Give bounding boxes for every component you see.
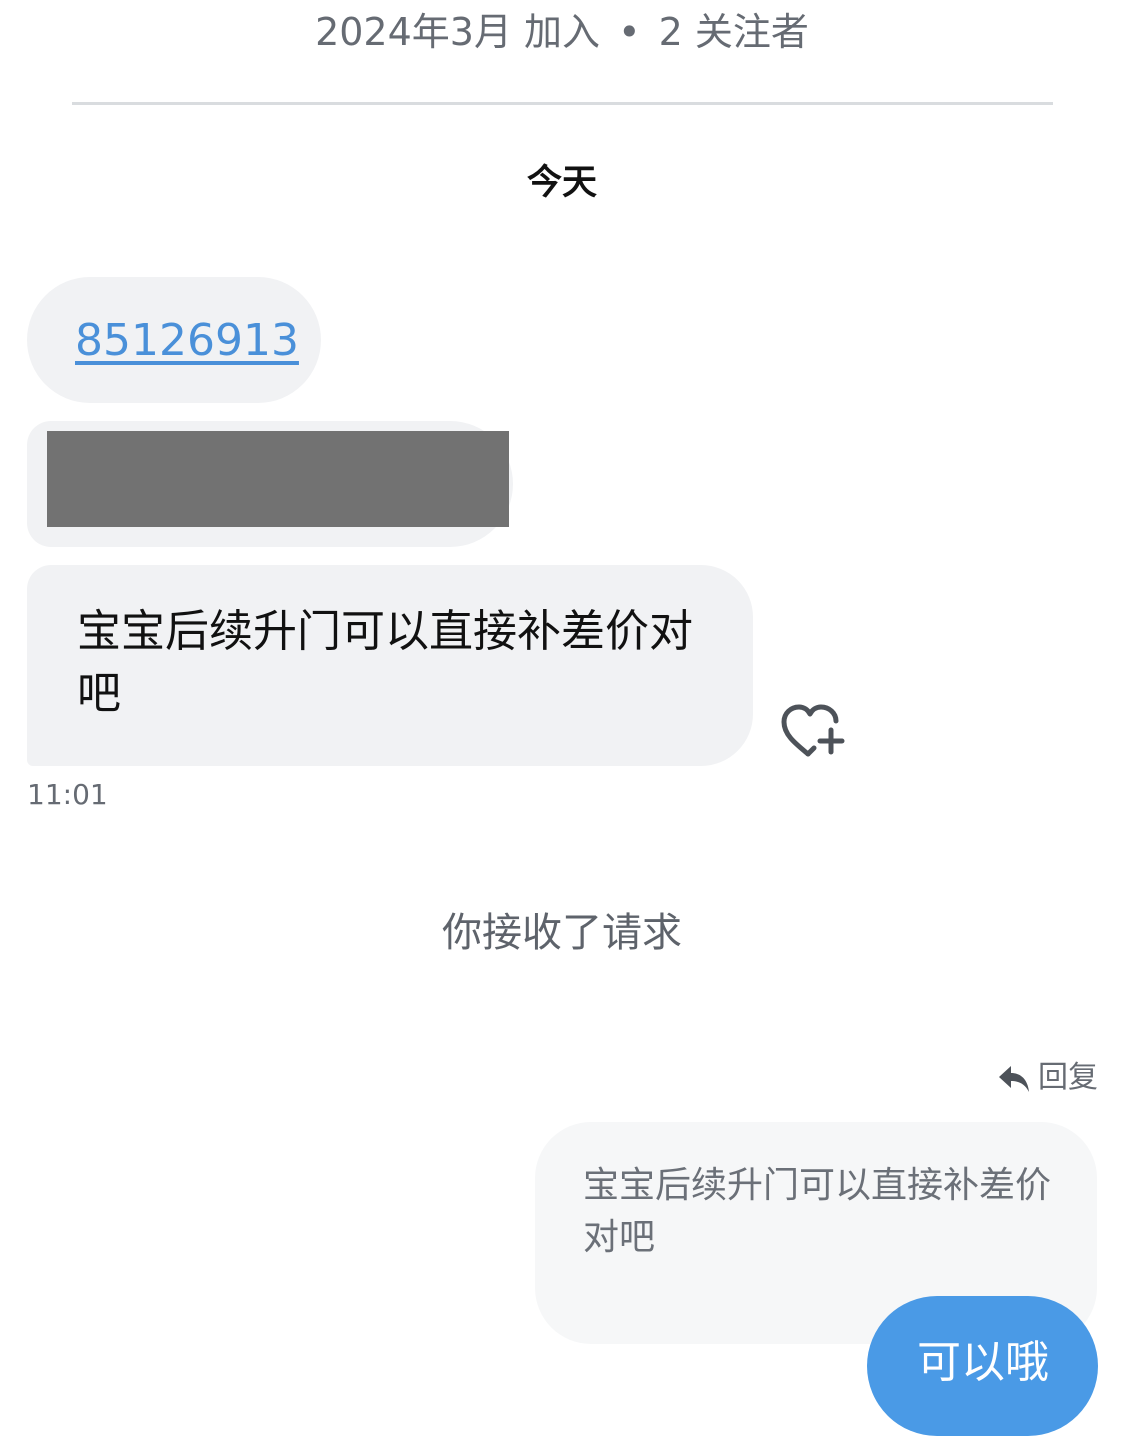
- profile-meta: 2024年3月 加入 • 2 关注者: [0, 6, 1124, 58]
- system-notice: 你接收了请求: [442, 910, 682, 956]
- reply-indicator[interactable]: 回复: [996, 1058, 1098, 1098]
- reply-arrow-icon: [999, 1066, 1029, 1092]
- redaction-block: [47, 431, 509, 527]
- meta-separator: •: [618, 10, 641, 54]
- message-timestamp: 11:01: [27, 778, 108, 811]
- incoming-message-redacted: [27, 421, 513, 547]
- follower-count: 2 关注者: [658, 10, 809, 54]
- day-separator: 今天: [526, 163, 597, 203]
- phone-number-link[interactable]: 85126913: [75, 315, 299, 366]
- reply-label: 回复: [1038, 1060, 1098, 1095]
- joined-date: 2024年3月 加入: [315, 10, 601, 54]
- incoming-message-question: 宝宝后续升门可以直接补差价对吧: [27, 565, 753, 766]
- incoming-message-phone: 85126913: [27, 277, 321, 403]
- header-divider: [72, 102, 1053, 105]
- heart-plus-icon[interactable]: [778, 700, 848, 762]
- outgoing-message: 可以哦: [867, 1296, 1098, 1436]
